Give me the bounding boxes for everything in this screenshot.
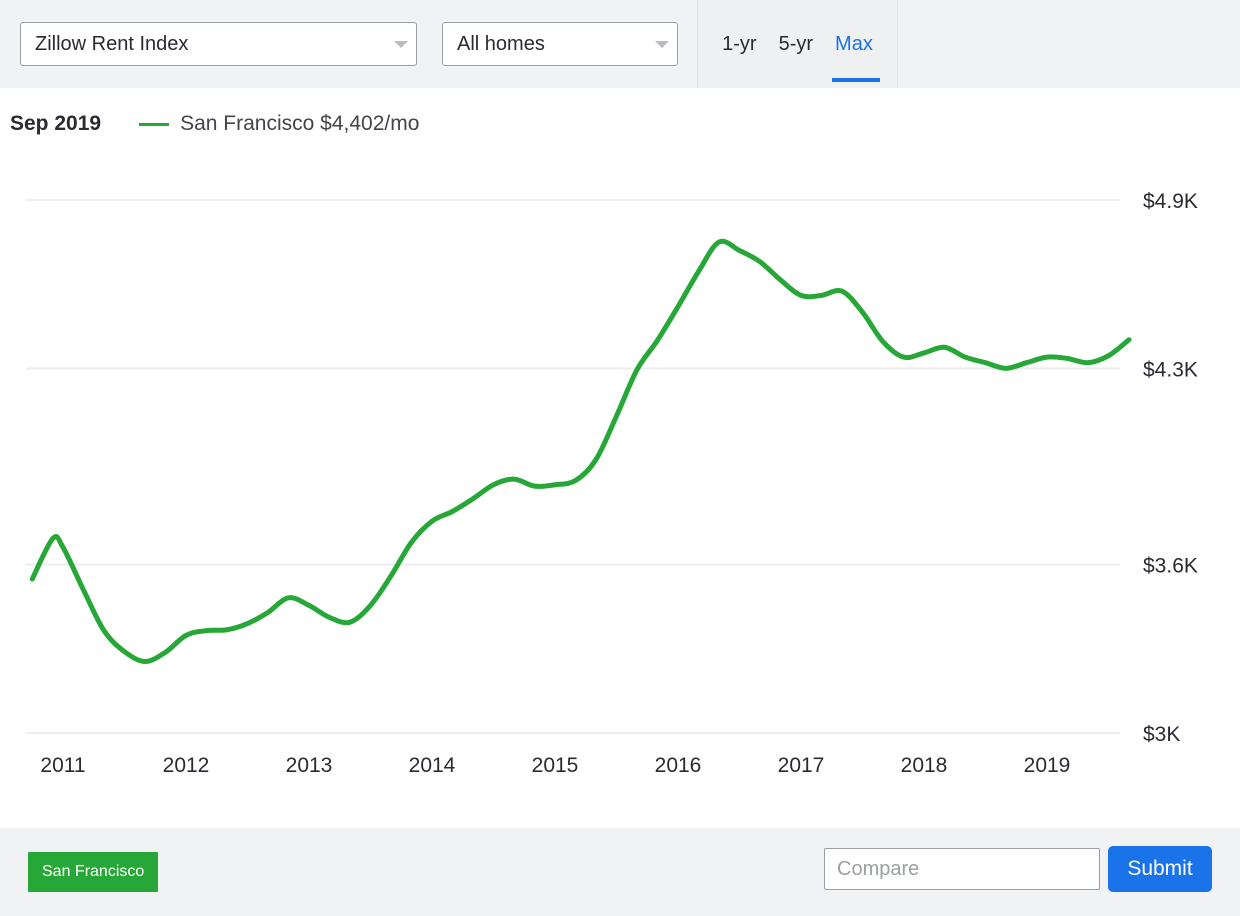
y-axis-tick-label: $4.9K [1143, 190, 1198, 213]
chevron-down-icon [655, 40, 669, 48]
legend-item-label: San Francisco $4,402/mo [180, 112, 420, 135]
x-axis-tick-label: 2011 [40, 754, 85, 777]
x-axis-tick-label: 2012 [163, 754, 210, 777]
x-axis-tick-label: 2014 [409, 754, 456, 777]
series-line-san-francisco [29, 238, 1132, 664]
chevron-down-icon [394, 40, 408, 48]
submit-button[interactable]: Submit [1108, 846, 1212, 892]
home-type-select-value: All homes [457, 32, 545, 55]
chart-area: $4.9K $4.3K $3.6K $3K 2011 2012 2013 2014 2015 2… [0, 160, 1240, 800]
compare-input[interactable] [824, 848, 1100, 890]
chart-legend: Sep 2019 San Francisco $4,402/mo [0, 104, 1240, 144]
legend-line-swatch [139, 122, 170, 126]
x-axis-tick-label: 2017 [778, 754, 825, 777]
x-axis-tick-label: 2018 [901, 754, 948, 777]
y-axis-tick-label: $3K [1143, 723, 1180, 746]
toolbar: Zillow Rent Index All homes 1-yr 5-yr Ma… [0, 0, 1240, 88]
rent-index-line-chart[interactable]: $4.9K$4.3K$3.6K$3K 2011 2012 2013 2014 2015 2… [0, 160, 1240, 800]
y-axis-tick-label: $3.6K [1143, 555, 1198, 578]
chart-gridlines [26, 199, 1120, 734]
chart-x-axis-labels: 2011 2012 2013 2014 2015 2016 2017 2018 2019 [40, 754, 1070, 777]
chart-y-axis-labels: $4.9K $4.3K $3.6K $3K [1143, 190, 1198, 746]
x-axis-tick-label: 2016 [655, 754, 702, 777]
legend-date: Sep 2019 [10, 112, 102, 135]
x-axis-tick-label: 2013 [286, 754, 333, 777]
metric-select[interactable]: Zillow Rent Index [20, 22, 417, 66]
x-axis-tick-label: 2015 [532, 754, 579, 777]
region-chip-label: San Francisco [42, 863, 145, 880]
metric-select-value: Zillow Rent Index [35, 32, 189, 55]
range-tab-group: 1-yr 5-yr Max [697, 0, 898, 88]
rent-index-widget: Zillow Rent Index All homes 1-yr 5-yr Ma… [0, 0, 1240, 916]
region-chip-san-francisco[interactable]: San Francisco [28, 852, 159, 892]
tab-5-yr[interactable]: 5-yr [768, 0, 824, 88]
legend-item-san-francisco: San Francisco $4,402/mo [139, 112, 419, 136]
y-axis-tick-label: $4.3K [1143, 358, 1198, 381]
tab-max[interactable]: Max [824, 0, 884, 88]
x-axis-tick-label: 2019 [1024, 754, 1071, 777]
tab-1-yr[interactable]: 1-yr [711, 0, 767, 88]
chart-series-group [29, 238, 1132, 664]
home-type-select[interactable]: All homes [442, 22, 678, 66]
